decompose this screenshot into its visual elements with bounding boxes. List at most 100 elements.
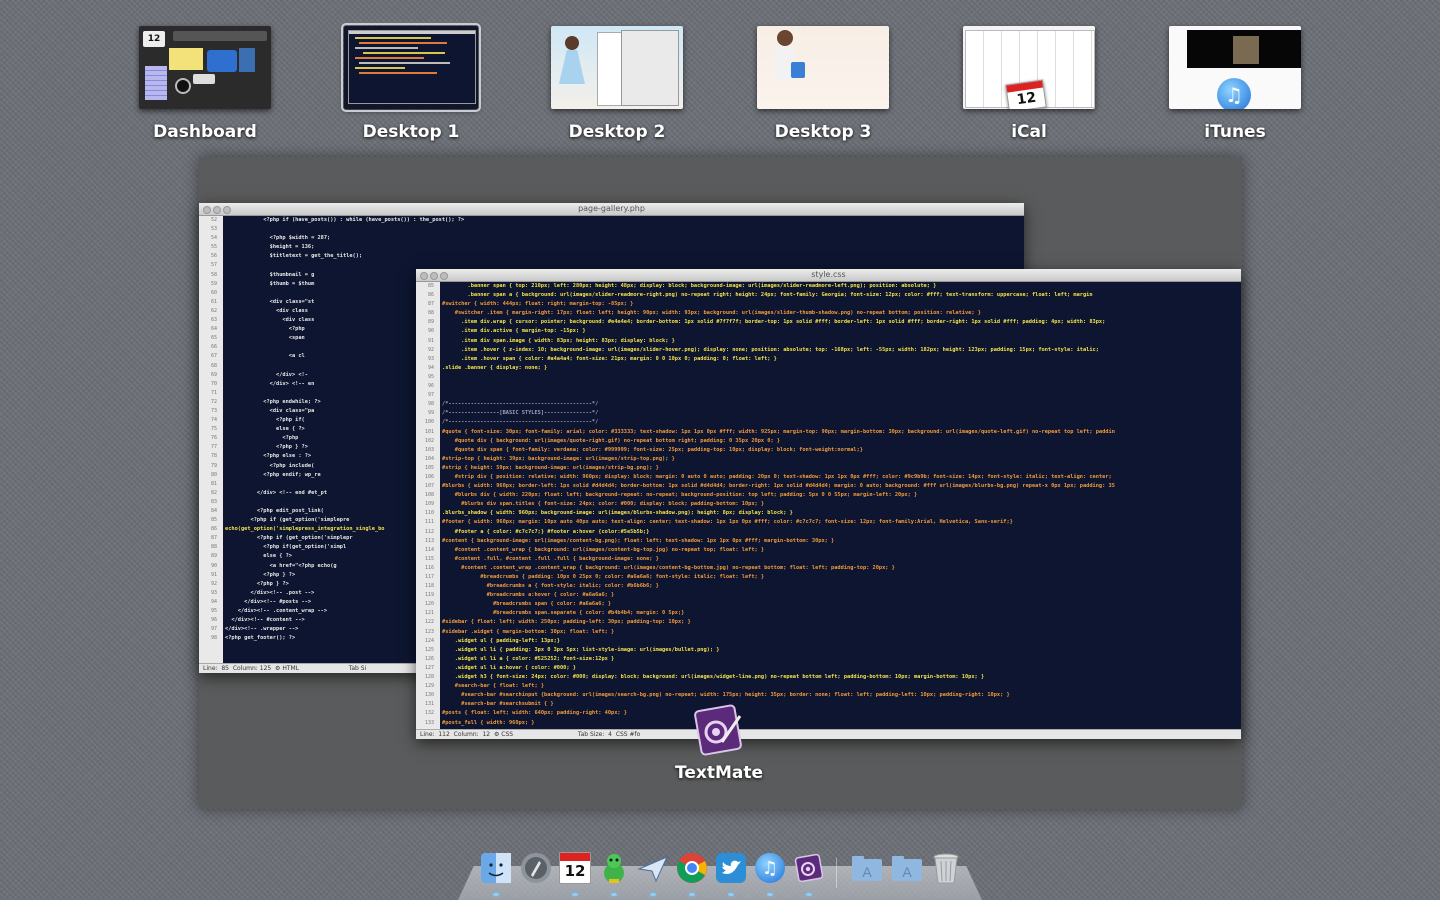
code-line: #switcher .item { margin-right: 17px; fl… bbox=[442, 310, 981, 317]
itunes-dock-icon[interactable]: ♫ bbox=[752, 850, 788, 886]
line-number: 79 bbox=[210, 462, 217, 469]
code-line: #breadcrumbs { padding: 10px 0 25px 0; c… bbox=[442, 574, 765, 580]
code-line: #content .content_wrap { background: url… bbox=[442, 546, 765, 553]
line-number: 88 bbox=[427, 310, 434, 317]
line-number: 123 bbox=[424, 628, 434, 635]
line-number: 97 bbox=[427, 392, 434, 399]
code-line: #breadcrumbs a { font-style: italic; col… bbox=[442, 583, 659, 590]
line-number: 65 bbox=[210, 335, 217, 342]
applications-folder-icon[interactable]: A bbox=[849, 850, 885, 886]
line-number: 62 bbox=[210, 307, 217, 314]
code-line: #blurbs div { width: 220px; float: left;… bbox=[442, 492, 918, 499]
zoom-button[interactable] bbox=[223, 206, 231, 214]
space-ical-thumbnail[interactable]: 12 bbox=[963, 26, 1095, 109]
space-label-desktop-2: Desktop 2 bbox=[568, 122, 666, 142]
line-number: 116 bbox=[424, 564, 434, 571]
line-number: 93 bbox=[427, 355, 434, 362]
space-desktop-1-thumbnail[interactable] bbox=[341, 23, 481, 112]
dashboard-weather-widget bbox=[207, 50, 237, 72]
line-number: 121 bbox=[424, 610, 434, 617]
line-number: 101 bbox=[424, 428, 434, 435]
line-number: 86 bbox=[427, 292, 434, 299]
line-number: 110 bbox=[424, 510, 434, 517]
space-itunes-thumbnail[interactable]: ♫ bbox=[1169, 26, 1301, 109]
adium-icon[interactable] bbox=[596, 850, 632, 886]
code-line: #search-bar { float: left; } bbox=[442, 683, 545, 690]
line-number: 109 bbox=[424, 501, 434, 508]
line-number: 86 bbox=[210, 526, 217, 533]
launchpad-icon[interactable] bbox=[518, 850, 554, 886]
ical-dock-icon[interactable]: 12 bbox=[557, 850, 593, 886]
documents-folder-icon[interactable]: A bbox=[889, 850, 925, 886]
textmate-app-icon[interactable] bbox=[692, 702, 744, 758]
line-number: 106 bbox=[424, 473, 434, 480]
zoom-button[interactable] bbox=[440, 272, 448, 280]
status-line-label: Line: bbox=[420, 731, 435, 738]
line-number: 77 bbox=[210, 444, 217, 451]
space-desktop-3-thumbnail[interactable] bbox=[757, 26, 889, 109]
line-number: 64 bbox=[210, 326, 217, 333]
line-number: 91 bbox=[210, 571, 217, 578]
code-line: .item .hover span { color: #a4a4a4; font… bbox=[442, 355, 777, 362]
code-line: <?php $width = 287; bbox=[225, 235, 331, 242]
code-line: <?php if (have_posts()) : while (have_po… bbox=[225, 217, 465, 223]
minimize-button[interactable] bbox=[213, 206, 221, 214]
running-indicator bbox=[767, 893, 773, 896]
desktop-1-window-preview bbox=[348, 30, 476, 104]
window-titlebar[interactable]: style.css bbox=[416, 269, 1241, 282]
status-language[interactable]: CSS bbox=[501, 731, 513, 738]
code-line: #footer { width: 960px; margin: 10px aut… bbox=[442, 519, 1013, 526]
line-number: 66 bbox=[210, 344, 217, 351]
code-line: .item div.active { margin-top: -15px; } bbox=[442, 328, 586, 335]
window-style-css[interactable]: style.css 85 86 87 88 89 90 91 92 93 94 95 96 97 98 99… bbox=[416, 269, 1241, 739]
status-tab-label[interactable]: Tab Si bbox=[349, 665, 367, 672]
textmate-dock-icon[interactable] bbox=[791, 850, 827, 886]
dock-separator bbox=[836, 858, 837, 888]
close-button[interactable] bbox=[420, 272, 428, 280]
running-indicator bbox=[650, 893, 656, 896]
twitter-icon[interactable] bbox=[713, 850, 749, 886]
line-number: 69 bbox=[210, 371, 217, 378]
dashboard-calendar-day: 12 bbox=[147, 34, 161, 44]
space-desktop-2-thumbnail[interactable] bbox=[551, 26, 683, 109]
window-title: page-gallery.php bbox=[578, 204, 645, 213]
line-number: 128 bbox=[424, 674, 434, 681]
sparrow-icon[interactable] bbox=[635, 850, 671, 886]
status-tab-label[interactable]: Tab Size: bbox=[578, 731, 604, 738]
line-number: 124 bbox=[424, 637, 434, 644]
finder-icon[interactable] bbox=[478, 850, 514, 886]
close-button[interactable] bbox=[203, 206, 211, 214]
line-number: 60 bbox=[210, 289, 217, 296]
chrome-icon[interactable] bbox=[674, 850, 710, 886]
running-indicator bbox=[572, 893, 578, 896]
line-number: 127 bbox=[424, 664, 434, 671]
line-number: 74 bbox=[210, 417, 217, 424]
minimize-button[interactable] bbox=[430, 272, 438, 280]
trash-icon[interactable] bbox=[928, 850, 964, 886]
app-group-label: TextMate bbox=[674, 763, 763, 783]
code-editor[interactable]: .banner span { top: 210px; left: 280px; … bbox=[442, 282, 1241, 730]
code-line: #quote div span { font-family: verdana; … bbox=[442, 446, 863, 453]
code-line: #breadcrumbs a:hover { color: #a6a6a6; } bbox=[442, 592, 615, 599]
status-tab-value[interactable]: 4 bbox=[608, 731, 612, 738]
line-number: 122 bbox=[424, 619, 434, 626]
code-line: #blurbs { width: 960px; border-left: 1px… bbox=[442, 483, 1115, 490]
line-number: 98 bbox=[427, 401, 434, 408]
line-number: 133 bbox=[424, 719, 434, 726]
desktop-2-window-preview-2 bbox=[621, 30, 679, 106]
space-label-itunes: iTunes bbox=[1204, 122, 1266, 142]
window-titlebar[interactable]: page-gallery.php bbox=[199, 203, 1024, 216]
line-number: 59 bbox=[210, 280, 217, 287]
gear-icon[interactable]: ⚙ bbox=[275, 665, 280, 672]
space-dashboard-thumbnail[interactable]: 12 bbox=[139, 26, 271, 109]
line-number: 81 bbox=[210, 480, 217, 487]
gear-icon[interactable]: ⚙ bbox=[494, 731, 499, 738]
line-number: 54 bbox=[210, 235, 217, 242]
status-language[interactable]: HTML bbox=[282, 665, 299, 672]
line-number: 117 bbox=[424, 574, 434, 580]
desktop-3-figure-bag bbox=[791, 62, 805, 78]
